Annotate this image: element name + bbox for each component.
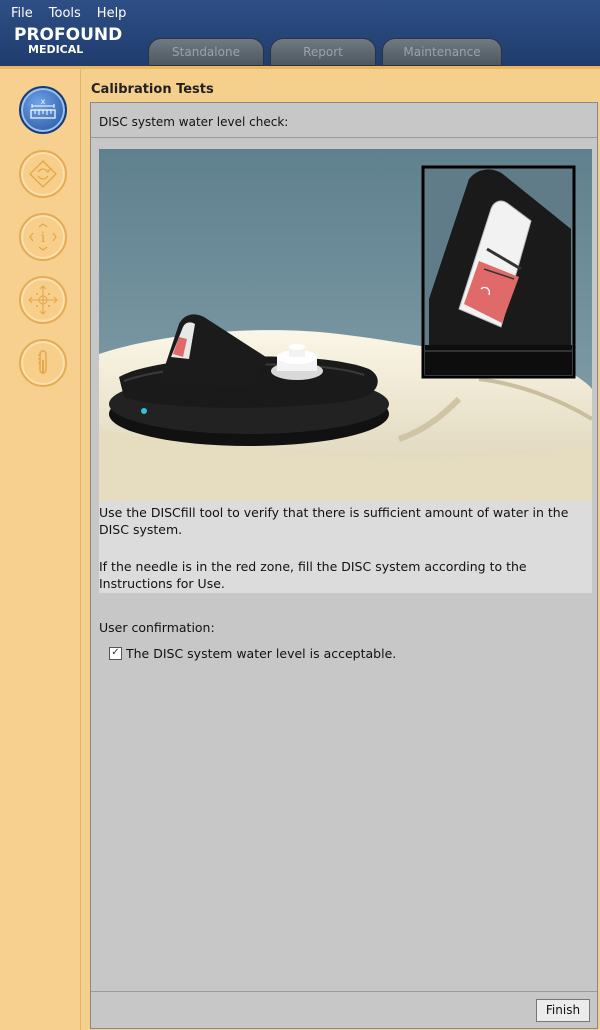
svg-text:i: i: [41, 230, 46, 246]
tab-maintenance[interactable]: Maintenance: [382, 38, 502, 66]
main-content: Calibration Tests DISC system water leve…: [90, 76, 598, 1030]
instruction-text-red-zone: If the needle is in the red zone, fill t…: [99, 559, 527, 591]
svg-text:x: x: [41, 97, 46, 106]
confirmation-checkbox-row[interactable]: ✓ The DISC system water level is accepta…: [109, 646, 396, 661]
rotation-icon: [29, 160, 57, 188]
footer-divider: [91, 991, 597, 992]
left-sidebar: x i: [0, 69, 81, 1030]
sidebar-calibration-button[interactable]: x: [19, 86, 67, 134]
title-bar: File Tools Help PROFOUND MEDICAL Standal…: [0, 0, 600, 66]
tab-report[interactable]: Report: [270, 38, 376, 66]
sidebar-crosshair-button[interactable]: [19, 276, 67, 324]
water-level-checkbox[interactable]: ✓: [109, 647, 122, 660]
sidebar-rotation-button[interactable]: [19, 150, 67, 198]
header-divider: [0, 66, 600, 69]
logo-line1: PROFOUND: [14, 25, 123, 45]
menu-tools[interactable]: Tools: [41, 0, 89, 24]
menu-file[interactable]: File: [0, 0, 41, 24]
thermometer-icon: [38, 350, 47, 374]
sidebar-info-button[interactable]: i: [19, 213, 67, 261]
calibration-panel: DISC system water level check: Use the D…: [90, 102, 598, 1029]
logo-line2: MEDICAL: [28, 43, 84, 56]
ruler-icon: x: [30, 97, 56, 119]
crosshair-icon: [28, 285, 58, 315]
step-label: DISC system water level check:: [99, 115, 289, 129]
menu-bar: File Tools Help: [0, 0, 134, 24]
divider: [91, 137, 597, 138]
brand-logo: PROFOUND MEDICAL: [14, 27, 122, 56]
disc-system-image: [99, 149, 592, 501]
page-title: Calibration Tests: [91, 82, 214, 97]
menu-help[interactable]: Help: [89, 0, 135, 24]
info-icon: i: [29, 223, 57, 251]
mode-tabs: Standalone Report Maintenance: [148, 38, 502, 66]
instructions-box: Use the DISCfill tool to verify that the…: [99, 501, 592, 593]
finish-button[interactable]: Finish: [536, 999, 590, 1022]
user-confirmation-label: User confirmation:: [99, 620, 215, 635]
disc-illustration: [99, 149, 592, 501]
checkbox-label[interactable]: The DISC system water level is acceptabl…: [126, 646, 396, 661]
tab-standalone[interactable]: Standalone: [148, 38, 264, 66]
sidebar-thermometer-button[interactable]: [19, 339, 67, 387]
instruction-text: Use the DISCfill tool to verify that the…: [99, 505, 569, 537]
